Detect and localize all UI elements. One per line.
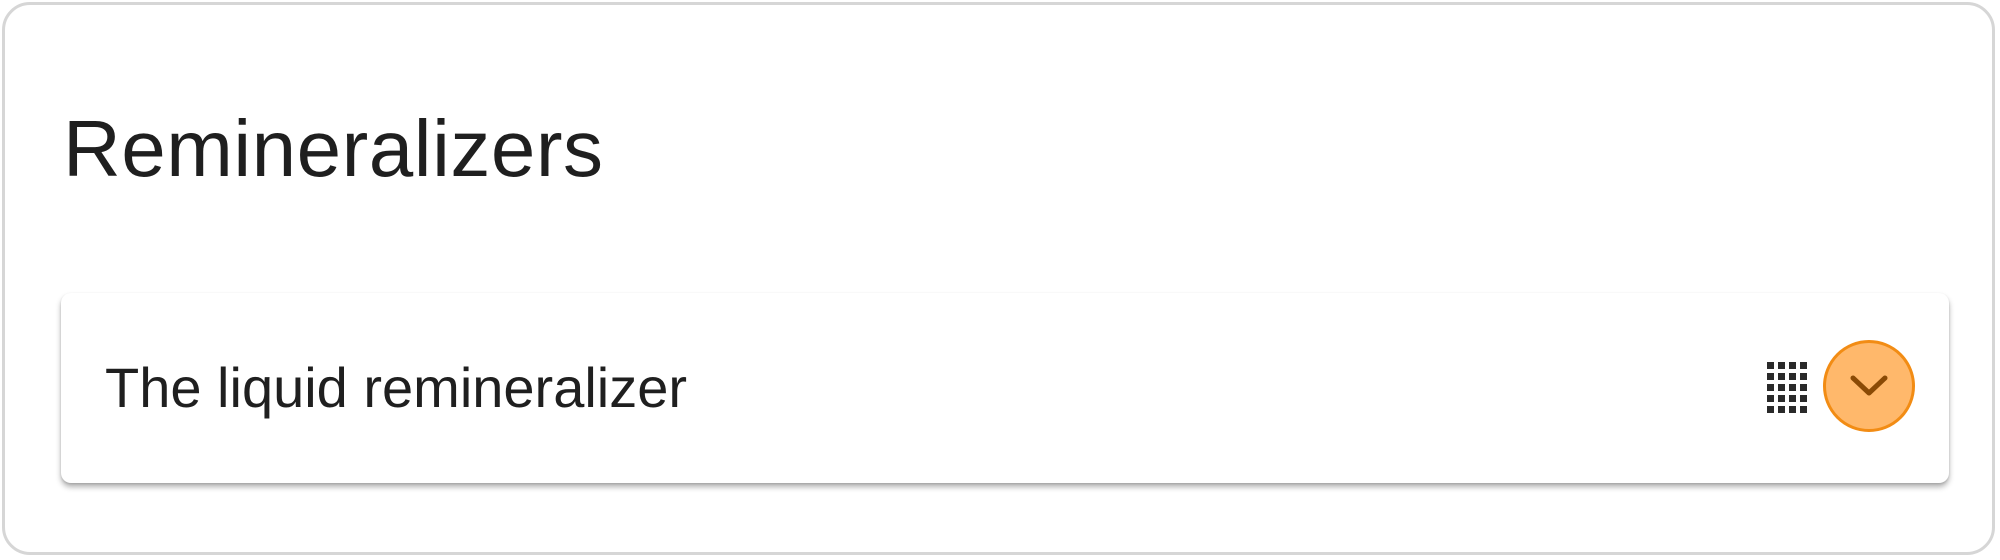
list-item[interactable]: The liquid remineralizer (61, 293, 1949, 483)
item-label: The liquid remineralizer (105, 356, 688, 419)
drag-handle-grid-svg (1767, 362, 1807, 413)
section-title: Remineralizers (63, 104, 604, 193)
chevron-down-icon (1850, 375, 1888, 396)
expand-button[interactable] (1823, 340, 1915, 432)
drag-handle-grid-icon[interactable] (1767, 362, 1807, 414)
remineralizers-panel: Remineralizers The liquid remineralizer (2, 2, 1995, 555)
